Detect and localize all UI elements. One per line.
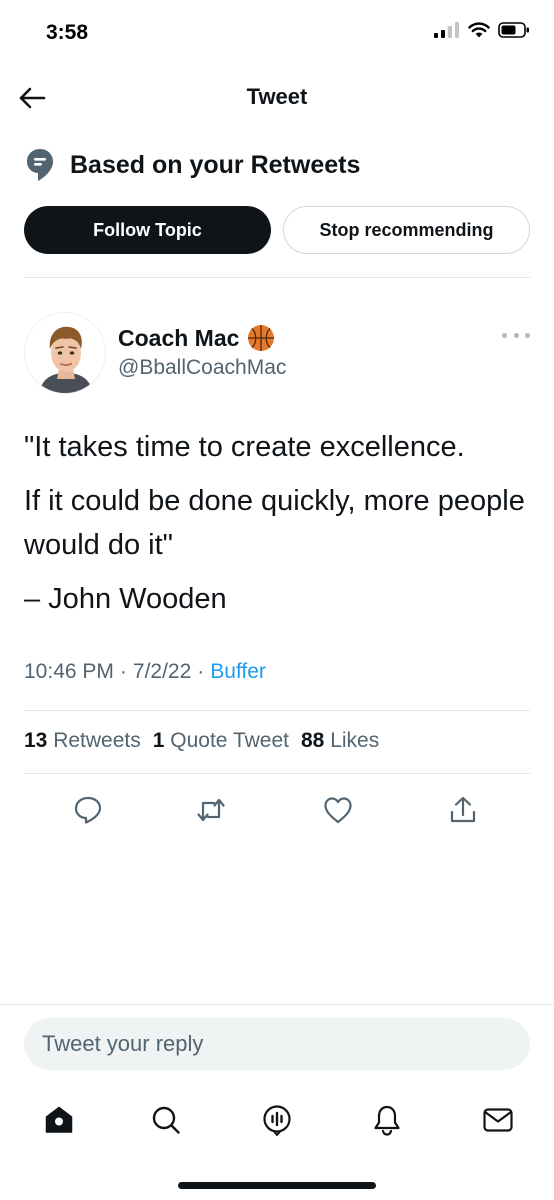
tweet-text: "It takes time to create excellence. If … <box>24 425 530 631</box>
divider <box>0 1004 554 1005</box>
share-button[interactable] <box>443 790 483 830</box>
tweet-stats: 13 Retweets 1 Quote Tweet 88 Likes <box>24 729 379 753</box>
status-bar: 3:58 <box>0 0 554 66</box>
cellular-signal-icon <box>434 22 459 38</box>
wifi-icon <box>468 22 490 38</box>
reply-icon <box>74 796 102 824</box>
more-options-button[interactable] <box>502 328 530 342</box>
share-icon <box>450 796 476 823</box>
divider <box>24 277 530 278</box>
stop-recommending-button[interactable]: Stop recommending <box>283 206 530 254</box>
retweet-button[interactable] <box>191 790 231 830</box>
page-title: Tweet <box>246 84 308 109</box>
retweets-count: 13 <box>24 729 48 752</box>
home-indicator <box>178 1182 376 1189</box>
tab-home[interactable] <box>37 1098 81 1142</box>
nav-bar: Tweet <box>0 70 554 126</box>
topic-context: Based on your Retweets <box>24 146 360 184</box>
spaces-icon <box>263 1105 291 1136</box>
tab-explore[interactable] <box>144 1098 188 1142</box>
topic-actions: Follow Topic Stop recommending <box>24 206 530 254</box>
avatar[interactable] <box>24 312 106 394</box>
home-icon <box>45 1106 73 1133</box>
tab-bar <box>0 1096 554 1144</box>
reply-box <box>24 1018 530 1070</box>
tweet-author: Coach Mac @BballCoachMac <box>24 312 530 396</box>
bell-icon <box>374 1105 400 1136</box>
divider <box>24 773 530 774</box>
mail-icon <box>483 1108 513 1132</box>
tab-notifications[interactable] <box>365 1098 409 1142</box>
tab-spaces[interactable] <box>255 1098 299 1142</box>
author-handle[interactable]: @BballCoachMac <box>118 356 286 380</box>
tweet-line: – John Wooden <box>24 583 227 615</box>
retweet-icon <box>197 798 225 822</box>
likes-count: 88 <box>300 729 325 752</box>
tweet-line: If it could be done quickly, more people… <box>24 485 525 561</box>
divider <box>24 710 530 711</box>
tweet-source-link[interactable]: Buffer <box>210 660 266 684</box>
retweets-stat[interactable]: 13 Retweets <box>24 729 141 753</box>
tweet-actions <box>0 790 554 830</box>
battery-icon <box>498 22 529 38</box>
more-dot-icon <box>525 332 530 338</box>
author-name: Coach Mac <box>118 324 240 351</box>
retweets-label: Retweets <box>53 729 141 752</box>
more-dot-icon <box>502 332 507 338</box>
search-icon <box>152 1106 180 1134</box>
tab-messages[interactable] <box>476 1098 520 1142</box>
follow-topic-button[interactable]: Follow Topic <box>24 206 271 254</box>
meta-separator: · <box>197 660 205 683</box>
tweet-date: 7/2/22 <box>132 660 192 683</box>
reply-button[interactable] <box>68 790 108 830</box>
status-time: 3:58 <box>46 21 89 44</box>
like-button[interactable] <box>318 790 358 830</box>
likes-stat[interactable]: 88 Likes <box>301 729 379 753</box>
quotes-count: 1 <box>152 729 165 752</box>
topic-icon <box>24 146 56 184</box>
meta-separator: · <box>119 660 127 683</box>
status-icons <box>434 22 530 38</box>
heart-icon <box>324 797 352 824</box>
basketball-icon <box>248 325 275 351</box>
quote-tweets-stat[interactable]: 1 Quote Tweet <box>153 729 289 753</box>
tweet-meta: 10:46 PM · 7/2/22 · Buffer <box>24 660 266 684</box>
author-name-row[interactable]: Coach Mac <box>118 324 275 352</box>
likes-label: Likes <box>330 729 380 752</box>
quotes-label: Quote Tweet <box>170 729 289 752</box>
reply-input[interactable] <box>24 1018 530 1070</box>
tweet-time: 10:46 PM <box>24 660 114 683</box>
tweet-line: "It takes time to create excellence. <box>24 431 465 463</box>
topic-label: Based on your Retweets <box>70 150 361 179</box>
more-dot-icon <box>513 332 519 338</box>
